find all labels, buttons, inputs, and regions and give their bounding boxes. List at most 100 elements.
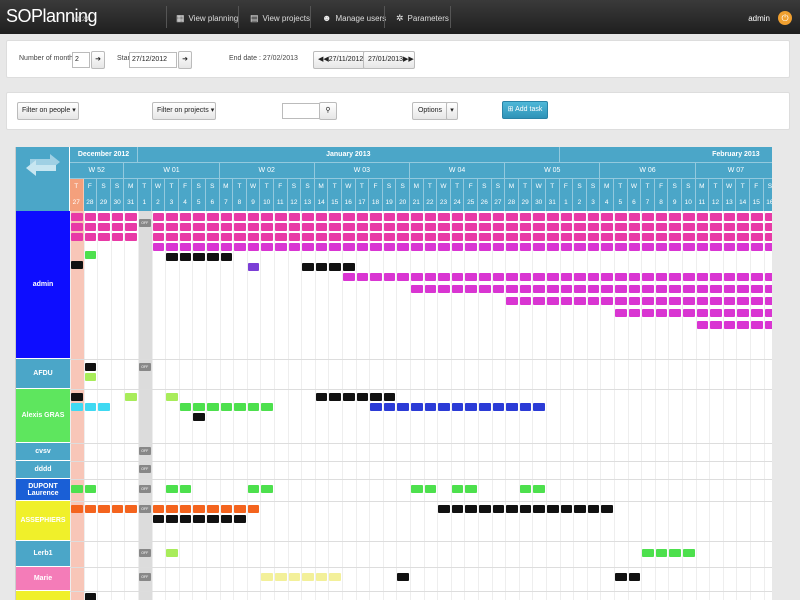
task-block[interactable] (383, 233, 396, 241)
task-block[interactable] (84, 403, 97, 411)
task-block[interactable] (628, 243, 641, 251)
task-block[interactable] (220, 223, 233, 231)
task-block[interactable] (193, 233, 205, 241)
task-block[interactable] (479, 223, 491, 231)
task-block[interactable] (247, 403, 260, 411)
task-block[interactable] (302, 233, 314, 241)
task-block[interactable] (615, 297, 627, 305)
task-block[interactable] (193, 243, 205, 251)
task-block[interactable] (411, 273, 423, 281)
task-block[interactable] (438, 243, 450, 251)
task-block[interactable] (560, 273, 573, 281)
task-block[interactable] (383, 273, 396, 281)
task-block[interactable] (193, 213, 205, 221)
task-block[interactable] (710, 321, 722, 329)
task-block[interactable] (615, 223, 627, 231)
task-block[interactable] (288, 233, 301, 241)
task-block[interactable] (288, 213, 301, 221)
task-block[interactable] (615, 213, 627, 221)
task-block[interactable] (343, 233, 355, 241)
next-period-button[interactable]: 27/01/2013▶▶ (363, 51, 415, 69)
task-block[interactable] (533, 223, 545, 231)
task-block[interactable] (247, 223, 260, 231)
task-block[interactable] (560, 233, 573, 241)
task-block[interactable] (315, 243, 328, 251)
task-block[interactable] (506, 273, 518, 281)
task-block[interactable] (574, 505, 586, 513)
task-block[interactable] (696, 285, 709, 293)
task-block[interactable] (560, 223, 573, 231)
task-block[interactable] (261, 403, 273, 411)
task-block[interactable] (683, 285, 695, 293)
task-block[interactable] (179, 403, 192, 411)
task-block[interactable] (152, 223, 165, 231)
task-block[interactable] (628, 223, 641, 231)
task-block[interactable] (519, 285, 532, 293)
task-block[interactable] (111, 505, 124, 513)
task-block[interactable] (601, 505, 613, 513)
task-block[interactable] (315, 213, 328, 221)
task-block[interactable] (166, 213, 178, 221)
task-block[interactable] (655, 297, 668, 305)
task-block[interactable] (465, 213, 477, 221)
task-block[interactable] (519, 273, 532, 281)
task-block[interactable] (166, 515, 178, 523)
task-block[interactable] (234, 403, 246, 411)
task-block[interactable] (329, 393, 341, 401)
task-block[interactable] (397, 223, 409, 231)
user-row-label[interactable] (16, 591, 70, 600)
task-block[interactable] (547, 213, 559, 221)
task-block[interactable] (356, 213, 369, 221)
task-block[interactable] (696, 297, 709, 305)
task-block[interactable] (533, 233, 545, 241)
options-caret-button[interactable]: ▾ (446, 102, 458, 120)
task-block[interactable] (696, 213, 709, 221)
task-block[interactable] (356, 233, 369, 241)
task-block[interactable] (764, 285, 772, 293)
task-block[interactable] (764, 321, 772, 329)
task-block[interactable] (166, 223, 178, 231)
task-block[interactable] (220, 233, 233, 241)
user-row-label[interactable]: AFDU (16, 359, 70, 389)
task-block[interactable] (751, 321, 763, 329)
task-block[interactable] (492, 403, 505, 411)
task-block[interactable] (370, 233, 382, 241)
task-block[interactable] (438, 223, 450, 231)
options-button[interactable]: Options (412, 102, 448, 120)
task-block[interactable] (655, 549, 668, 557)
task-block[interactable] (152, 505, 165, 513)
task-block[interactable] (411, 285, 423, 293)
task-block[interactable] (683, 297, 695, 305)
task-block[interactable] (587, 297, 600, 305)
task-block[interactable] (343, 393, 355, 401)
task-block[interactable] (125, 223, 137, 231)
task-block[interactable] (465, 403, 477, 411)
task-block[interactable] (84, 373, 97, 381)
task-block[interactable] (207, 515, 219, 523)
task-block[interactable] (587, 243, 600, 251)
start-go-button[interactable]: ➜ (178, 51, 192, 69)
task-block[interactable] (587, 505, 600, 513)
task-block[interactable] (125, 233, 137, 241)
task-block[interactable] (751, 273, 763, 281)
task-block[interactable] (737, 213, 749, 221)
task-block[interactable] (601, 273, 613, 281)
task-block[interactable] (424, 243, 437, 251)
task-block[interactable] (751, 285, 763, 293)
task-block[interactable] (587, 223, 600, 231)
task-block[interactable] (111, 233, 124, 241)
task-block[interactable] (315, 573, 328, 581)
task-block[interactable] (98, 233, 110, 241)
task-block[interactable] (424, 223, 437, 231)
task-block[interactable] (479, 273, 491, 281)
task-block[interactable] (247, 485, 260, 493)
task-block[interactable] (84, 593, 97, 600)
task-block[interactable] (411, 233, 423, 241)
task-block[interactable] (220, 243, 233, 251)
task-block[interactable] (655, 233, 668, 241)
task-block[interactable] (343, 213, 355, 221)
task-block[interactable] (642, 549, 654, 557)
task-block[interactable] (451, 505, 464, 513)
task-block[interactable] (764, 243, 772, 251)
task-block[interactable] (655, 285, 668, 293)
